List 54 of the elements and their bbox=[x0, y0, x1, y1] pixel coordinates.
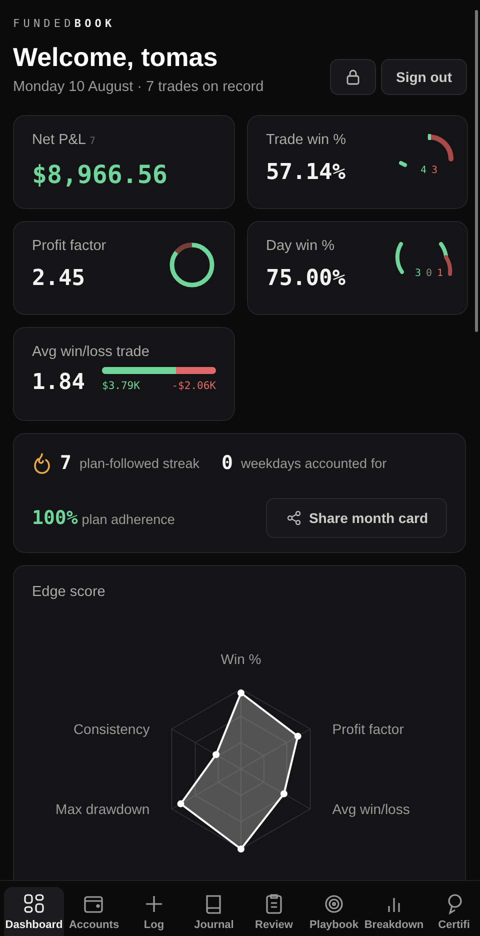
nav-item[interactable]: Playbook bbox=[304, 887, 364, 936]
flame-icon bbox=[32, 452, 52, 474]
welcome-title: Welcome, tomas bbox=[13, 42, 219, 73]
axis-label: Max drawdown bbox=[56, 801, 150, 817]
ring-drawing bbox=[168, 240, 216, 288]
loss-count: 3 bbox=[432, 165, 438, 176]
avg-win: $3.79K bbox=[102, 380, 140, 392]
stat-label: Net P&L bbox=[32, 132, 86, 148]
clipboard-icon bbox=[263, 893, 285, 915]
stat-label: Day win % bbox=[266, 238, 336, 254]
axis-label: Profit factor bbox=[332, 721, 404, 737]
win-count: 4 bbox=[420, 165, 426, 176]
weekday-label: weekdays accounted for bbox=[240, 456, 387, 470]
adherence-value: 100% bbox=[32, 507, 78, 529]
avg-loss: -$2.06K bbox=[172, 380, 216, 392]
subtitle: Monday 10 August · 7 trades on record bbox=[13, 79, 264, 95]
dashboard-icon bbox=[23, 893, 45, 915]
share-button[interactable]: Share month card bbox=[266, 498, 447, 538]
card-title: Edge score bbox=[31, 584, 106, 600]
plus-icon bbox=[143, 893, 165, 915]
axis-label: Win % bbox=[220, 651, 262, 667]
stat-value: 57.14% bbox=[266, 160, 346, 185]
nav-item[interactable]: Certifi bbox=[424, 887, 480, 936]
lock-icon bbox=[346, 69, 360, 85]
share-icon bbox=[286, 511, 301, 525]
stat-value: 2.45 bbox=[32, 266, 86, 291]
stat-value: 1.84 bbox=[32, 370, 85, 395]
stat-label: Trade win % bbox=[266, 132, 346, 148]
brand-logo: FUNDED BOOK bbox=[13, 17, 116, 30]
target-icon bbox=[323, 893, 345, 915]
nav-item[interactable]: Review bbox=[244, 887, 304, 936]
axis-label: Consistency bbox=[73, 721, 150, 737]
adherence-label: plan adherence bbox=[82, 512, 175, 527]
streak-count: 7 bbox=[60, 452, 72, 474]
nav-item[interactable]: Log bbox=[124, 887, 184, 936]
win-count: 3 bbox=[414, 268, 421, 279]
breakeven-count: 0 bbox=[426, 268, 432, 279]
loss-count: 1 bbox=[437, 268, 444, 279]
wallet-icon bbox=[83, 893, 105, 915]
nav-item[interactable]: Journal bbox=[184, 887, 244, 936]
nav-item[interactable]: Dashboard bbox=[4, 887, 64, 936]
weekday-count: 0 bbox=[222, 452, 233, 474]
streak-label: plan-followed streak bbox=[79, 456, 200, 470]
stat-value: $8,966.56 bbox=[32, 160, 168, 189]
nav-item[interactable]: Accounts bbox=[64, 887, 124, 936]
stat-label: Avg win/loss trade bbox=[32, 344, 150, 360]
lock-button[interactable] bbox=[330, 59, 376, 95]
stat-value: 75.00% bbox=[266, 266, 346, 291]
sign-out-button[interactable]: Sign out bbox=[381, 59, 467, 95]
stat-label: Profit factor bbox=[32, 238, 106, 254]
scrollbar[interactable] bbox=[475, 10, 478, 332]
nav-item[interactable]: Breakdown bbox=[364, 887, 424, 936]
trade-count: 7 bbox=[90, 136, 96, 147]
axis-label: Avg win/loss bbox=[332, 801, 410, 817]
